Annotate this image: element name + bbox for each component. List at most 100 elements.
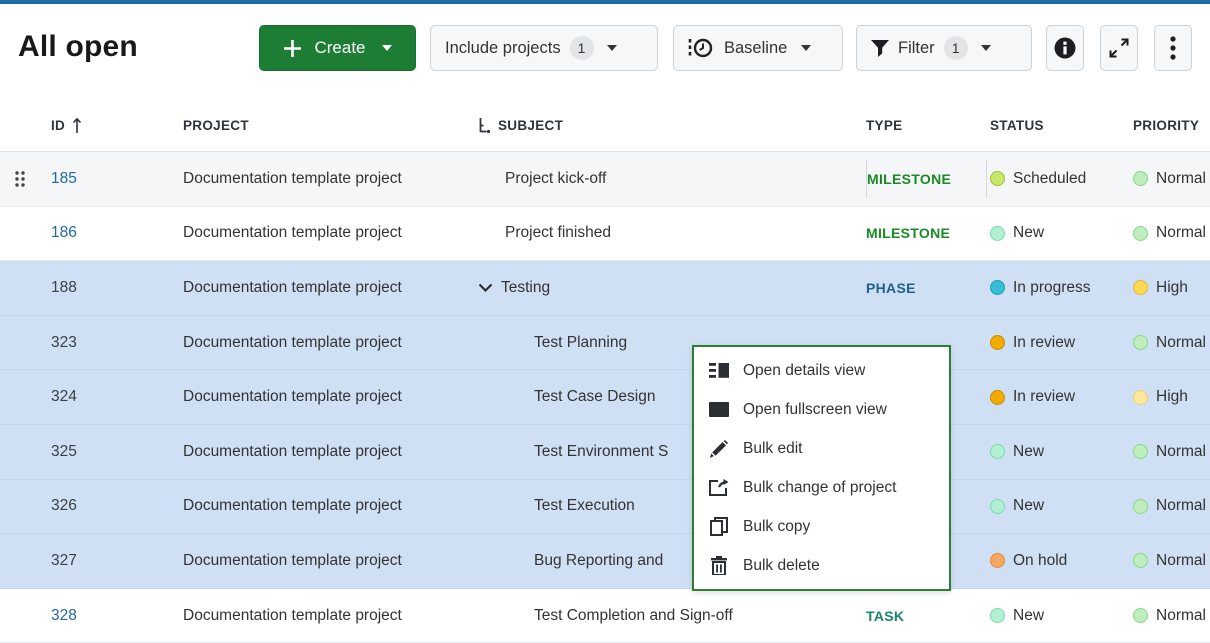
filter-label: Filter (898, 39, 935, 58)
project-cell[interactable]: Documentation template project (180, 170, 475, 188)
work-package-list-page: All open Create Include projects 1 Basel… (0, 0, 1210, 643)
priority-dot (1133, 499, 1148, 514)
menu-item-bulk-edit[interactable]: Bulk edit (694, 429, 949, 468)
status-cell[interactable]: New (987, 224, 1130, 242)
priority-dot (1133, 335, 1148, 350)
priority-cell[interactable]: High (1130, 279, 1210, 297)
work-package-id-link[interactable]: 326 (51, 497, 77, 514)
table-row[interactable]: 326 Documentation template project Test … (0, 480, 1210, 535)
subject-cell[interactable]: Project finished (505, 224, 611, 242)
status-cell[interactable]: New (987, 443, 1130, 461)
work-package-id-link[interactable]: 328 (51, 607, 77, 624)
info-button[interactable] (1046, 25, 1084, 71)
project-cell[interactable]: Documentation template project (180, 388, 475, 406)
status-cell[interactable]: Scheduled (987, 170, 1130, 188)
table-row[interactable]: 185 Documentation template project Proje… (0, 152, 1210, 207)
menu-item-bulk-change-of-project[interactable]: Bulk change of project (694, 468, 949, 507)
filter-button[interactable]: Filter 1 (856, 25, 1032, 71)
fullscreen-toggle-button[interactable] (1100, 25, 1138, 71)
priority-cell[interactable]: Normal (1130, 334, 1210, 352)
status-cell[interactable]: New (987, 497, 1130, 515)
subject-cell[interactable]: Project kick-off (505, 170, 606, 188)
priority-dot (1133, 608, 1148, 623)
project-cell[interactable]: Documentation template project (180, 334, 475, 352)
project-cell[interactable]: Documentation template project (180, 279, 475, 297)
priority-cell[interactable]: Normal (1130, 443, 1210, 461)
column-header-status[interactable]: STATUS (987, 118, 1130, 133)
move-project-icon (709, 479, 729, 496)
project-cell[interactable]: Documentation template project (180, 497, 475, 515)
work-package-id-link[interactable]: 185 (51, 170, 77, 187)
column-header-type[interactable]: TYPE (862, 118, 987, 133)
work-package-id-link[interactable]: 324 (51, 388, 77, 405)
chevron-down-icon (801, 45, 811, 51)
table-body: 185 Documentation template project Proje… (0, 152, 1210, 643)
table-row[interactable]: 324 Documentation template project Test … (0, 370, 1210, 425)
type-cell[interactable]: TASK (862, 608, 987, 624)
table-row[interactable]: 323 Documentation template project Test … (0, 316, 1210, 371)
subject-cell[interactable]: Test Planning (534, 334, 627, 352)
include-projects-button[interactable]: Include projects 1 (430, 25, 658, 71)
work-package-id-link[interactable]: 188 (51, 279, 77, 296)
priority-cell[interactable]: Normal (1130, 170, 1210, 188)
status-cell[interactable]: On hold (987, 552, 1130, 570)
type-cell[interactable]: PHASE (862, 280, 987, 296)
subject-cell[interactable]: Testing (501, 279, 550, 297)
type-cell[interactable]: MILESTONE (866, 160, 987, 198)
column-header-priority[interactable]: PRIORITY (1130, 118, 1210, 133)
work-package-id-link[interactable]: 323 (51, 334, 77, 351)
subject-cell[interactable]: Test Execution (534, 497, 635, 515)
sort-ascending-icon (72, 117, 82, 134)
status-cell[interactable]: In review (987, 334, 1130, 352)
work-package-id-link[interactable]: 325 (51, 443, 77, 460)
fullscreen-view-icon (709, 402, 729, 417)
status-dot (990, 499, 1005, 514)
priority-cell[interactable]: Normal (1130, 224, 1210, 242)
priority-cell[interactable]: Normal (1130, 607, 1210, 625)
column-header-id[interactable]: ID (40, 117, 180, 134)
menu-item-bulk-copy[interactable]: Bulk copy (694, 507, 949, 546)
menu-item-bulk-delete[interactable]: Bulk delete (694, 546, 949, 585)
table-row[interactable]: 188 Documentation template project Testi… (0, 261, 1210, 316)
pencil-icon (709, 440, 729, 458)
status-dot (990, 280, 1005, 295)
drag-handle-icon[interactable] (15, 171, 25, 187)
status-cell[interactable]: New (987, 607, 1130, 625)
toolbar: All open Create Include projects 1 Basel… (0, 4, 1210, 100)
status-cell[interactable]: In review (987, 388, 1130, 406)
menu-item-open-details-view[interactable]: Open details view (694, 351, 949, 390)
priority-cell[interactable]: Normal (1130, 552, 1210, 570)
table-row[interactable]: 186 Documentation template project Proje… (0, 207, 1210, 262)
collapse-chevron-icon[interactable] (478, 283, 493, 293)
baseline-button[interactable]: Baseline (673, 25, 843, 71)
work-package-id-link[interactable]: 186 (51, 224, 77, 241)
status-dot (990, 390, 1005, 405)
project-cell[interactable]: Documentation template project (180, 443, 475, 461)
baseline-clock-icon (688, 37, 714, 59)
status-dot (990, 444, 1005, 459)
priority-dot (1133, 280, 1148, 295)
project-cell[interactable]: Documentation template project (180, 607, 475, 625)
column-header-subject[interactable]: SUBJECT (475, 118, 862, 134)
table-row[interactable]: 328 Documentation template project Test … (0, 589, 1210, 643)
type-cell[interactable]: MILESTONE (862, 225, 987, 241)
create-button[interactable]: Create (259, 25, 416, 71)
subject-cell[interactable]: Bug Reporting and (534, 552, 663, 570)
expand-arrows-icon (1108, 37, 1130, 59)
kebab-menu-icon (1170, 36, 1176, 60)
project-cell[interactable]: Documentation template project (180, 224, 475, 242)
subject-cell[interactable]: Test Environment S (534, 443, 668, 461)
subject-cell[interactable]: Test Case Design (534, 388, 655, 406)
priority-cell[interactable]: High (1130, 388, 1210, 406)
status-cell[interactable]: In progress (987, 279, 1130, 297)
more-options-button[interactable] (1154, 25, 1192, 71)
subject-cell[interactable]: Test Completion and Sign-off (534, 607, 733, 625)
table-row[interactable]: 325 Documentation template project Test … (0, 425, 1210, 480)
chevron-down-icon (607, 45, 617, 51)
work-package-id-link[interactable]: 327 (51, 552, 77, 569)
menu-item-open-fullscreen-view[interactable]: Open fullscreen view (694, 390, 949, 429)
table-row[interactable]: 327 Documentation template project Bug R… (0, 534, 1210, 589)
project-cell[interactable]: Documentation template project (180, 552, 475, 570)
column-header-project[interactable]: PROJECT (180, 118, 475, 133)
priority-cell[interactable]: Normal (1130, 497, 1210, 515)
